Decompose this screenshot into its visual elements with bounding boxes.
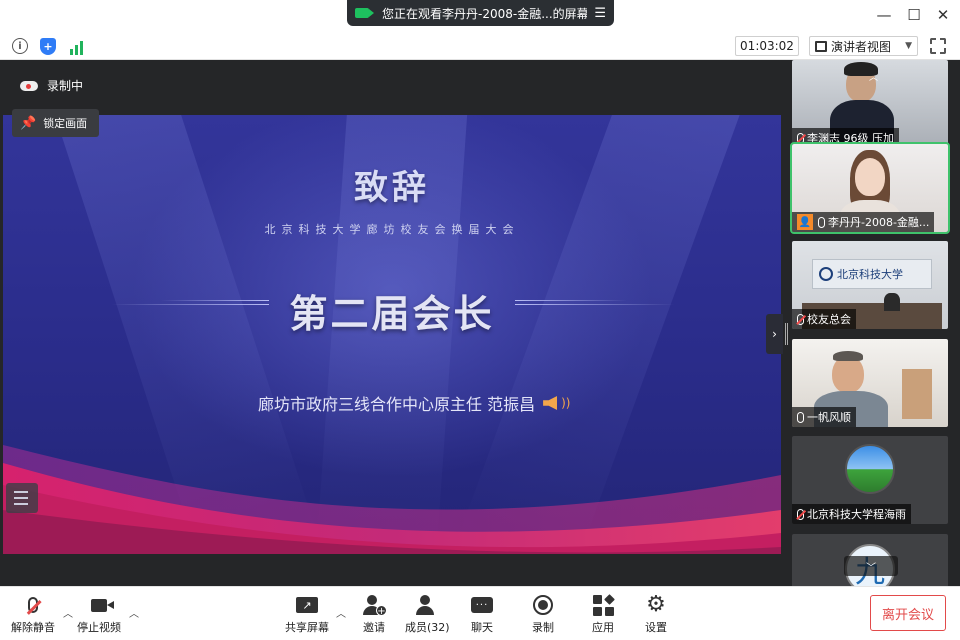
avatar [845, 444, 895, 494]
cloud-record-icon [20, 80, 38, 91]
participant-name-tag: 校友总会 [792, 309, 856, 329]
meeting-info-bar: i + 01:03:02 演讲者视图 ▼ [0, 32, 960, 60]
participant-name: 北京科技大学程海雨 [807, 508, 906, 521]
mic-muted-icon [797, 313, 804, 325]
apps-button[interactable]: 应用 [591, 593, 615, 635]
slide-role: 第二届会长 [289, 291, 495, 336]
record-label: 录制 [532, 621, 554, 634]
meeting-toolbar: 解除静音 ︿ 停止视频 ︿ ↗ 共享屏幕 ︿ + 邀请 成员(32) ··· 聊… [0, 586, 960, 640]
info-icon[interactable]: i [11, 37, 29, 55]
screen-share-notice[interactable]: 您正在观看李丹丹-2008-金融...的屏幕 ☰ [347, 0, 614, 26]
invite-label: 邀请 [363, 621, 385, 634]
leave-meeting-button[interactable]: 离开会议 [870, 595, 946, 631]
user-icon [415, 594, 439, 616]
participant-video [884, 293, 900, 311]
chat-label: 聊天 [471, 621, 493, 634]
unmute-button[interactable]: 解除静音 [11, 594, 55, 635]
speaker-icon [543, 396, 558, 410]
share-screen-button[interactable]: ↗ 共享屏幕 [285, 594, 329, 635]
share-screen-label: 共享屏幕 [285, 621, 329, 634]
bookshelf [902, 369, 932, 419]
recording-indicator: 录制中 [20, 77, 83, 94]
mic-muted-icon [797, 132, 804, 144]
share-notice-text: 您正在观看李丹丹-2008-金融...的屏幕 [382, 6, 588, 21]
layout-icon [815, 40, 827, 52]
list-icon[interactable] [6, 483, 38, 513]
share-screen-icon: ↗ [296, 597, 318, 613]
slide-title: 致辞 [354, 168, 430, 208]
participant-tile[interactable]: 一帆风顺 [792, 339, 948, 427]
pin-icon: 📌 [20, 115, 37, 131]
chevron-down-icon: ▼ [905, 41, 912, 51]
participant-name-tag: 一帆风顺 [792, 407, 856, 427]
chevron-right-icon[interactable]: › [766, 314, 783, 354]
apps-label: 应用 [592, 621, 614, 634]
title-bar: 您正在观看李丹丹-2008-金融...的屏幕 ☰ — ☐ ✕ [0, 0, 960, 32]
invite-button[interactable]: + 邀请 [362, 594, 387, 635]
signal-bars-icon[interactable] [67, 37, 85, 55]
sound-wave-icon: )) [561, 396, 571, 410]
menu-icon[interactable]: ☰ [594, 6, 606, 21]
meeting-timer: 01:03:02 [735, 36, 799, 56]
chevron-down-icon[interactable]: ﹀ [844, 556, 898, 576]
members-label: 成员(32) [405, 621, 450, 634]
record-button[interactable]: 录制 [531, 594, 555, 635]
participant-tile[interactable]: 北京科技大学程海雨 [792, 436, 948, 524]
mic-icon [797, 411, 804, 423]
wall-sign-text: 北京科技大学 [837, 268, 903, 281]
mic-icon [818, 216, 825, 228]
wall-sign: 北京科技大学 [812, 259, 932, 289]
close-icon[interactable]: ✕ [930, 4, 956, 26]
recording-label: 录制中 [47, 79, 84, 93]
stop-video-button[interactable]: 停止视频 [77, 594, 121, 635]
video-camera-icon [355, 8, 374, 18]
shield-icon[interactable]: + [39, 37, 57, 55]
participant-tile[interactable]: 👤 李丹丹-2008-金融... [790, 142, 950, 234]
participant-name: 校友总会 [807, 313, 851, 326]
chevron-up-icon[interactable]: ︿ [63, 605, 73, 620]
slide-speaker-text: 廊坊市政府三线合作中心原主任 范振昌 [258, 395, 536, 414]
presentation-slide: 致辞 北京科技大学廊坊校友会换届大会 第二届会长 廊坊市政府三线合作中心原主任 … [3, 115, 781, 554]
host-icon: 👤 [797, 214, 813, 230]
participant-name-tag: 北京科技大学程海雨 [792, 504, 911, 524]
participant-tile[interactable]: 九 ﹀ [792, 534, 948, 586]
video-camera-icon [91, 598, 114, 612]
fullscreen-icon[interactable] [930, 38, 946, 54]
shared-screen-stage: 录制中 📌 锁定画面 致辞 北京科技大学廊坊校友会换届大会 第二届会长 廊坊市政… [0, 60, 783, 586]
participant-tile[interactable]: 北京科技大学 校友总会 [792, 241, 948, 329]
settings-label: 设置 [645, 621, 667, 634]
record-icon [533, 595, 553, 615]
gear-icon: ⚙ [646, 592, 666, 617]
lock-view-button[interactable]: 📌 锁定画面 [12, 109, 99, 137]
slide-subtitle: 北京科技大学廊坊校友会换届大会 [264, 223, 520, 236]
chevron-up-icon[interactable]: ︿ [129, 605, 139, 620]
chevron-up-icon[interactable]: ︿ [869, 70, 878, 83]
stop-video-label: 停止视频 [77, 621, 121, 634]
view-mode-select[interactable]: 演讲者视图 ▼ [809, 36, 918, 56]
chat-button[interactable]: ··· 聊天 [470, 594, 494, 635]
panel-resize-handle[interactable] [785, 323, 788, 345]
apps-grid-icon [592, 593, 615, 616]
unmute-label: 解除静音 [11, 621, 55, 634]
chevron-up-icon[interactable]: ︿ [336, 605, 346, 620]
settings-button[interactable]: ⚙ 设置 [644, 594, 668, 635]
slide-speaker: 廊坊市政府三线合作中心原主任 范振昌 )) [258, 391, 570, 415]
maximize-icon[interactable]: ☐ [901, 4, 927, 26]
lock-view-label: 锁定画面 [43, 117, 88, 130]
view-mode-label: 演讲者视图 [831, 39, 892, 54]
participant-name-tag: 👤 李丹丹-2008-金融... [792, 212, 935, 232]
members-button[interactable]: 成员(32) [405, 594, 450, 635]
university-logo-icon [819, 267, 833, 281]
participant-name: 一帆风顺 [807, 411, 851, 424]
participants-panel: ︿ 李渊志 96级 压加 👤 李丹丹-2008-金融... 北京科技大学 校友总… [783, 60, 960, 586]
mic-muted-icon [797, 508, 804, 520]
participant-tile[interactable]: ︿ 李渊志 96级 压加 [792, 60, 948, 148]
add-user-icon: + [362, 594, 387, 617]
participant-name: 李丹丹-2008-金融... [828, 216, 930, 229]
mic-muted-icon [28, 597, 38, 613]
chat-icon: ··· [471, 597, 493, 613]
minimize-icon[interactable]: — [871, 4, 897, 26]
